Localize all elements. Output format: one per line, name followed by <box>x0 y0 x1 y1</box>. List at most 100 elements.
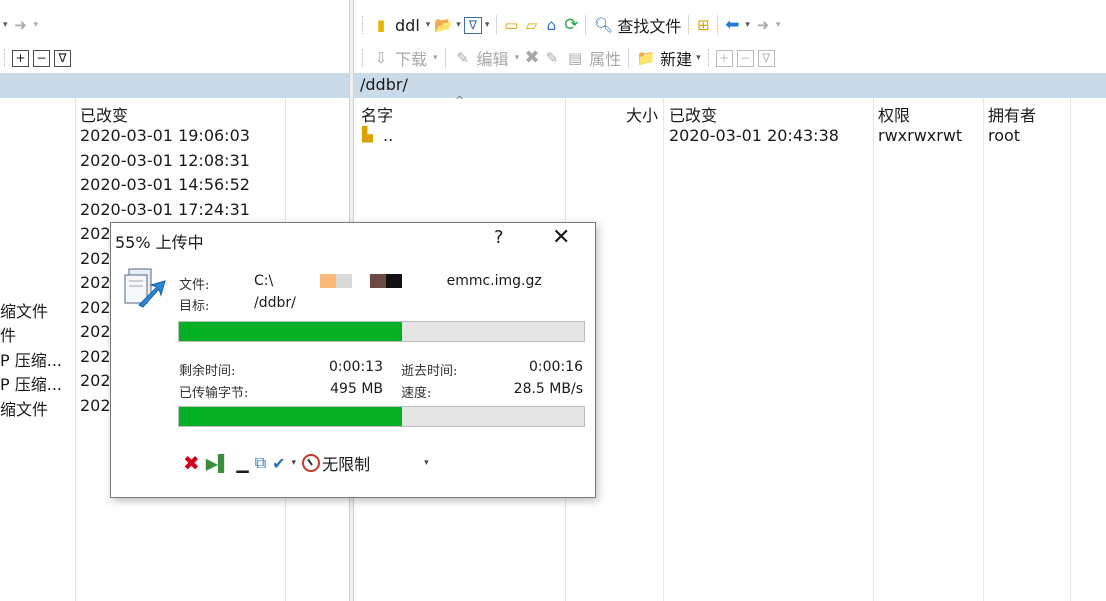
close-button[interactable]: ✕ <box>552 225 570 250</box>
separator <box>585 15 587 35</box>
remote-col-owner[interactable]: 拥有者 <box>988 102 1036 126</box>
local-type-cell: P 压缩... <box>0 375 62 394</box>
forward-dropdown[interactable]: ▾ <box>34 20 39 30</box>
skip-file-icon[interactable]: ▶▌ <box>206 454 231 473</box>
edit-dropdown[interactable]: ▾ <box>515 53 520 63</box>
speed-limit-dropdown[interactable]: ▾ <box>424 458 429 468</box>
root-folder-icon[interactable]: ▱ <box>521 15 541 35</box>
rename-icon[interactable]: ✎ <box>542 48 562 68</box>
file-path: C:\ emmc.img.gz <box>254 273 542 289</box>
local-date-cell: 2020-03-01 12:08:31 <box>80 150 250 170</box>
help-button[interactable]: ? <box>494 227 504 248</box>
right-file-toolbar: ⇩ 下载 ▾ ✎ 编辑 ▾ ✖ ✎ ▤ 属性 📁 新建 ▾ + − ∇ <box>358 43 777 73</box>
filter-icon[interactable]: ∇ <box>757 49 775 67</box>
properties-button[interactable]: ▤ 属性 <box>562 46 624 70</box>
new-folder-icon: 📁 <box>636 48 656 67</box>
download-dropdown[interactable]: ▾ <box>433 53 438 63</box>
toolbar-grip[interactable] <box>362 49 364 67</box>
open-folder-dropdown[interactable]: ▾ <box>456 20 461 30</box>
file-name-cell: .. <box>383 126 394 145</box>
remaining-value: 0:00:13 <box>329 359 383 375</box>
forward-dropdown[interactable]: ▾ <box>776 20 781 30</box>
local-date-cell: 202 <box>80 297 111 317</box>
select-minus-button[interactable]: − <box>33 49 50 67</box>
local-type-cell: P 压缩... <box>0 350 62 370</box>
total-progress-bar <box>178 406 585 427</box>
separator <box>496 15 498 35</box>
minimize-icon[interactable]: ▁ <box>236 454 248 473</box>
remote-col-changed[interactable]: 已改变 <box>669 102 717 126</box>
total-progress-fill <box>179 407 402 426</box>
dialog-title: 55% 上传中 <box>115 233 204 252</box>
file-rights-cell: rwxrwxrwt <box>878 126 963 145</box>
edit-button[interactable]: ✎ 编辑 <box>450 46 512 70</box>
folder-icon: ▮ <box>376 15 386 34</box>
select-plus-button[interactable]: + <box>715 49 733 67</box>
local-path-bar[interactable] <box>0 73 349 98</box>
back-dropdown[interactable]: ▾ <box>3 20 8 30</box>
arrow-left-icon[interactable]: ⬅ <box>722 15 742 35</box>
new-label: 新建 <box>660 50 693 69</box>
file-owner-cell: root <box>988 126 1021 145</box>
refresh-icon[interactable]: ⟳ <box>561 15 581 35</box>
speed-label: 速度: <box>401 386 432 401</box>
on-completion-dropdown[interactable]: ▾ <box>292 458 297 468</box>
properties-icon: ▤ <box>568 48 583 67</box>
column-divider[interactable] <box>75 98 76 601</box>
column-divider[interactable] <box>873 98 874 601</box>
remote-col-rights[interactable]: 权限 <box>878 102 910 126</box>
filter-icon[interactable]: ∇ <box>54 49 71 67</box>
select-minus-button[interactable]: − <box>736 49 754 67</box>
local-type-cell: 件 <box>0 326 17 345</box>
arrow-right-icon[interactable]: ➜ <box>11 15 31 35</box>
delete-icon[interactable]: ✖ <box>522 48 542 68</box>
toolbar-grip[interactable] <box>4 49 6 67</box>
remote-col-size[interactable]: 大小 <box>626 102 658 126</box>
back-dropdown[interactable]: ▾ <box>745 20 750 30</box>
sort-ascending-icon: ^ <box>455 94 465 107</box>
cancel-transfer-icon[interactable]: ✖ <box>183 451 200 475</box>
speed-limit-label: 无限制 <box>322 455 371 474</box>
dialog-actions: ✖ ▶▌ ▁ ⧉ ✔ ▾ 无限制 ▾ <box>183 451 429 475</box>
column-divider[interactable] <box>983 98 984 601</box>
column-divider[interactable] <box>1070 98 1071 601</box>
toolbar-grip[interactable] <box>362 16 364 34</box>
open-folder-icon[interactable]: 📂 <box>433 15 453 35</box>
separator <box>628 48 630 68</box>
location-dropdown[interactable]: ▾ <box>426 20 431 30</box>
download-button[interactable]: ⇩ 下载 <box>368 46 430 70</box>
arrow-right-icon[interactable]: ➜ <box>753 15 773 35</box>
toolbar-grip[interactable] <box>707 49 710 67</box>
location-selector[interactable]: ▮ ddl <box>368 15 423 35</box>
bytes-value: 495 MB <box>330 381 383 397</box>
redacted-block <box>386 274 403 288</box>
separator <box>717 15 719 35</box>
select-plus-button[interactable]: + <box>12 49 29 67</box>
upload-progress-dialog: 55% 上传中 ? ✕ 文件: C:\ emmc.img.gz 目标: /ddb… <box>110 222 596 498</box>
remote-col-name[interactable]: 名字 <box>361 102 393 126</box>
parent-folder-icon[interactable]: ▭ <box>501 15 521 35</box>
column-divider[interactable] <box>663 98 664 601</box>
filter-dropdown[interactable]: ▾ <box>485 20 490 30</box>
speed-limit-selector[interactable]: 无限制 <box>302 451 370 475</box>
home-icon[interactable]: ⌂ <box>541 15 561 35</box>
local-col-changed[interactable]: 已改变 <box>80 102 128 126</box>
filter-icon[interactable]: ∇ <box>463 16 482 34</box>
local-date-cell: 2020-03-01 14:56:52 <box>80 175 250 194</box>
local-date-cell: 202 <box>80 322 111 341</box>
new-dropdown[interactable]: ▾ <box>696 53 701 63</box>
remote-path-bar[interactable]: /ddbr/ <box>354 73 1106 98</box>
properties-label: 属性 <box>589 50 622 69</box>
new-button[interactable]: 📁 新建 ▾ <box>633 46 704 70</box>
local-date-cell: 202 <box>80 395 111 415</box>
find-files-button[interactable]: 🔍︎ 查找文件 <box>590 13 684 37</box>
move-to-background-icon[interactable]: ⧉ <box>255 453 266 473</box>
file-path-prefix: C:\ <box>254 273 274 289</box>
elapsed-value: 0:00:16 <box>529 359 583 375</box>
local-date-cell: 202 <box>80 346 111 366</box>
local-date-cell: 2020-03-01 19:06:03 <box>80 126 250 145</box>
tree-icon[interactable]: ⊞ <box>693 15 713 35</box>
gauge-icon <box>302 454 321 472</box>
redacted-block <box>319 274 336 288</box>
on-completion-icon[interactable]: ✔ <box>272 454 285 473</box>
